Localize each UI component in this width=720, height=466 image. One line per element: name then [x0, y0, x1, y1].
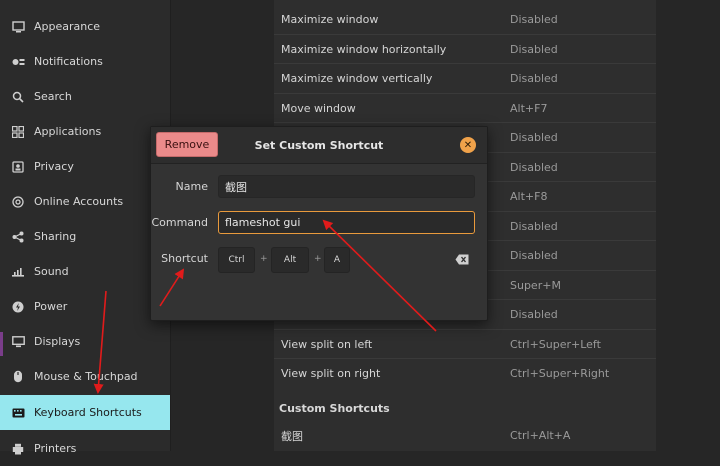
appearance-icon: [11, 20, 25, 34]
sidebar-item-keyboard-shortcuts[interactable]: Keyboard Shortcuts: [0, 395, 170, 430]
close-icon[interactable]: ✕: [460, 137, 476, 153]
shortcut-value: Ctrl+Super+Right: [510, 367, 610, 380]
sound-icon: [11, 265, 25, 279]
sidebar-item-sharing[interactable]: Sharing: [0, 219, 170, 254]
shortcut-name: View split on left: [281, 338, 373, 351]
shortcut-value: Disabled: [510, 249, 558, 262]
at-icon: [11, 195, 25, 209]
shortcut-key-alt: Alt: [271, 247, 309, 273]
shortcut-value: Ctrl+Super+Left: [510, 338, 601, 351]
sidebar-item-displays[interactable]: Displays: [0, 324, 170, 359]
sidebar-item-label: Sound: [34, 265, 69, 278]
shortcut-key-ctrl: Ctrl: [218, 247, 255, 273]
shortcut-name: Maximize window vertically: [281, 72, 433, 85]
shortcut-name: Maximize window horizontally: [281, 43, 447, 56]
shortcut-row[interactable]: View split on right Ctrl+Super+Right: [274, 358, 656, 388]
sidebar-item-search[interactable]: Search: [0, 79, 170, 114]
sidebar-item-notifications[interactable]: Notifications: [0, 44, 170, 79]
sidebar-item-label: Notifications: [34, 55, 103, 68]
sidebar-item-label: Sharing: [34, 230, 77, 243]
shortcut-row[interactable]: Maximize window vertically Disabled: [274, 63, 656, 93]
shortcut-key-a: A: [324, 247, 350, 273]
set-custom-shortcut-dialog: Remove Set Custom Shortcut ✕ Name 截图 Com…: [150, 126, 488, 321]
shortcut-value: Disabled: [510, 131, 558, 144]
shortcut-value: Disabled: [510, 13, 558, 26]
share-icon: [11, 230, 25, 244]
custom-shortcuts-heading: Custom Shortcuts: [279, 402, 390, 415]
shortcut-name: Maximize window: [281, 13, 379, 26]
sidebar-item-appearance[interactable]: Appearance: [0, 9, 170, 44]
display-icon: [11, 335, 25, 349]
sidebar-item-label: Displays: [34, 335, 81, 348]
sidebar-item-label: Printers: [34, 442, 77, 455]
keyboard-icon: [11, 406, 25, 420]
command-field[interactable]: flameshot gui: [218, 211, 475, 234]
shortcut-value: Disabled: [510, 308, 558, 321]
name-label: Name: [175, 180, 208, 193]
sidebar-item-label: Power: [34, 300, 68, 313]
content-margin: [656, 0, 720, 451]
sidebar-item-online-accounts[interactable]: Online Accounts: [0, 184, 170, 219]
shortcut-value: Disabled: [510, 43, 558, 56]
power-icon: [11, 300, 25, 314]
sidebar-item-printers[interactable]: Printers: [0, 431, 170, 466]
shortcut-name: Move window: [281, 102, 356, 115]
shortcut-value: Ctrl+Alt+A: [510, 429, 571, 442]
sidebar-item-label: Privacy: [34, 160, 74, 173]
dialog-title: Set Custom Shortcut: [254, 138, 384, 152]
sidebar-item-label: Keyboard Shortcuts: [34, 406, 142, 419]
shortcut-row[interactable]: Move window Alt+F7: [274, 93, 656, 123]
sidebar-item-label: Search: [34, 90, 72, 103]
name-field[interactable]: 截图: [218, 175, 475, 198]
sidebar-item-applications[interactable]: Applications: [0, 114, 170, 149]
notifications-icon: [11, 55, 25, 69]
printer-icon: [11, 442, 25, 456]
shortcut-value: Disabled: [510, 161, 558, 174]
shortcut-row[interactable]: Maximize window Disabled: [274, 5, 656, 34]
sidebar-item-mouse-touchpad[interactable]: Mouse & Touchpad: [0, 359, 170, 394]
sidebar: Appearance Notifications Search Applicat…: [0, 0, 171, 455]
backspace-icon[interactable]: [455, 254, 469, 265]
sidebar-item-label: Appearance: [34, 20, 101, 33]
key-separator: +: [260, 254, 268, 264]
shortcut-value: Alt+F7: [510, 102, 548, 115]
shortcut-row[interactable]: Maximize window horizontally Disabled: [274, 34, 656, 64]
sidebar-item-power[interactable]: Power: [0, 289, 170, 324]
shortcut-row[interactable]: View split on left Ctrl+Super+Left: [274, 329, 656, 359]
privacy-icon: [11, 160, 25, 174]
custom-shortcut-row[interactable]: 截图 Ctrl+Alt+A: [274, 421, 656, 450]
key-separator: +: [314, 254, 322, 264]
mouse-icon: [11, 370, 25, 384]
search-icon: [11, 90, 25, 104]
applications-icon: [11, 125, 25, 139]
shortcut-value: Disabled: [510, 220, 558, 233]
shortcut-name: 截图: [281, 429, 303, 443]
sidebar-item-privacy[interactable]: Privacy: [0, 149, 170, 184]
command-label: Command: [151, 216, 208, 229]
shortcut-name: View split on right: [281, 367, 381, 380]
sidebar-item-label: Mouse & Touchpad: [34, 370, 138, 383]
sidebar-item-label: Online Accounts: [34, 195, 124, 208]
shortcut-value: Disabled: [510, 72, 558, 85]
sidebar-item-label: Applications: [34, 125, 102, 138]
sidebar-item-sound[interactable]: Sound: [0, 254, 170, 289]
shortcut-value: Alt+F8: [510, 190, 548, 203]
shortcut-value: Super+M: [510, 279, 561, 292]
shortcut-label: Shortcut: [161, 252, 208, 265]
